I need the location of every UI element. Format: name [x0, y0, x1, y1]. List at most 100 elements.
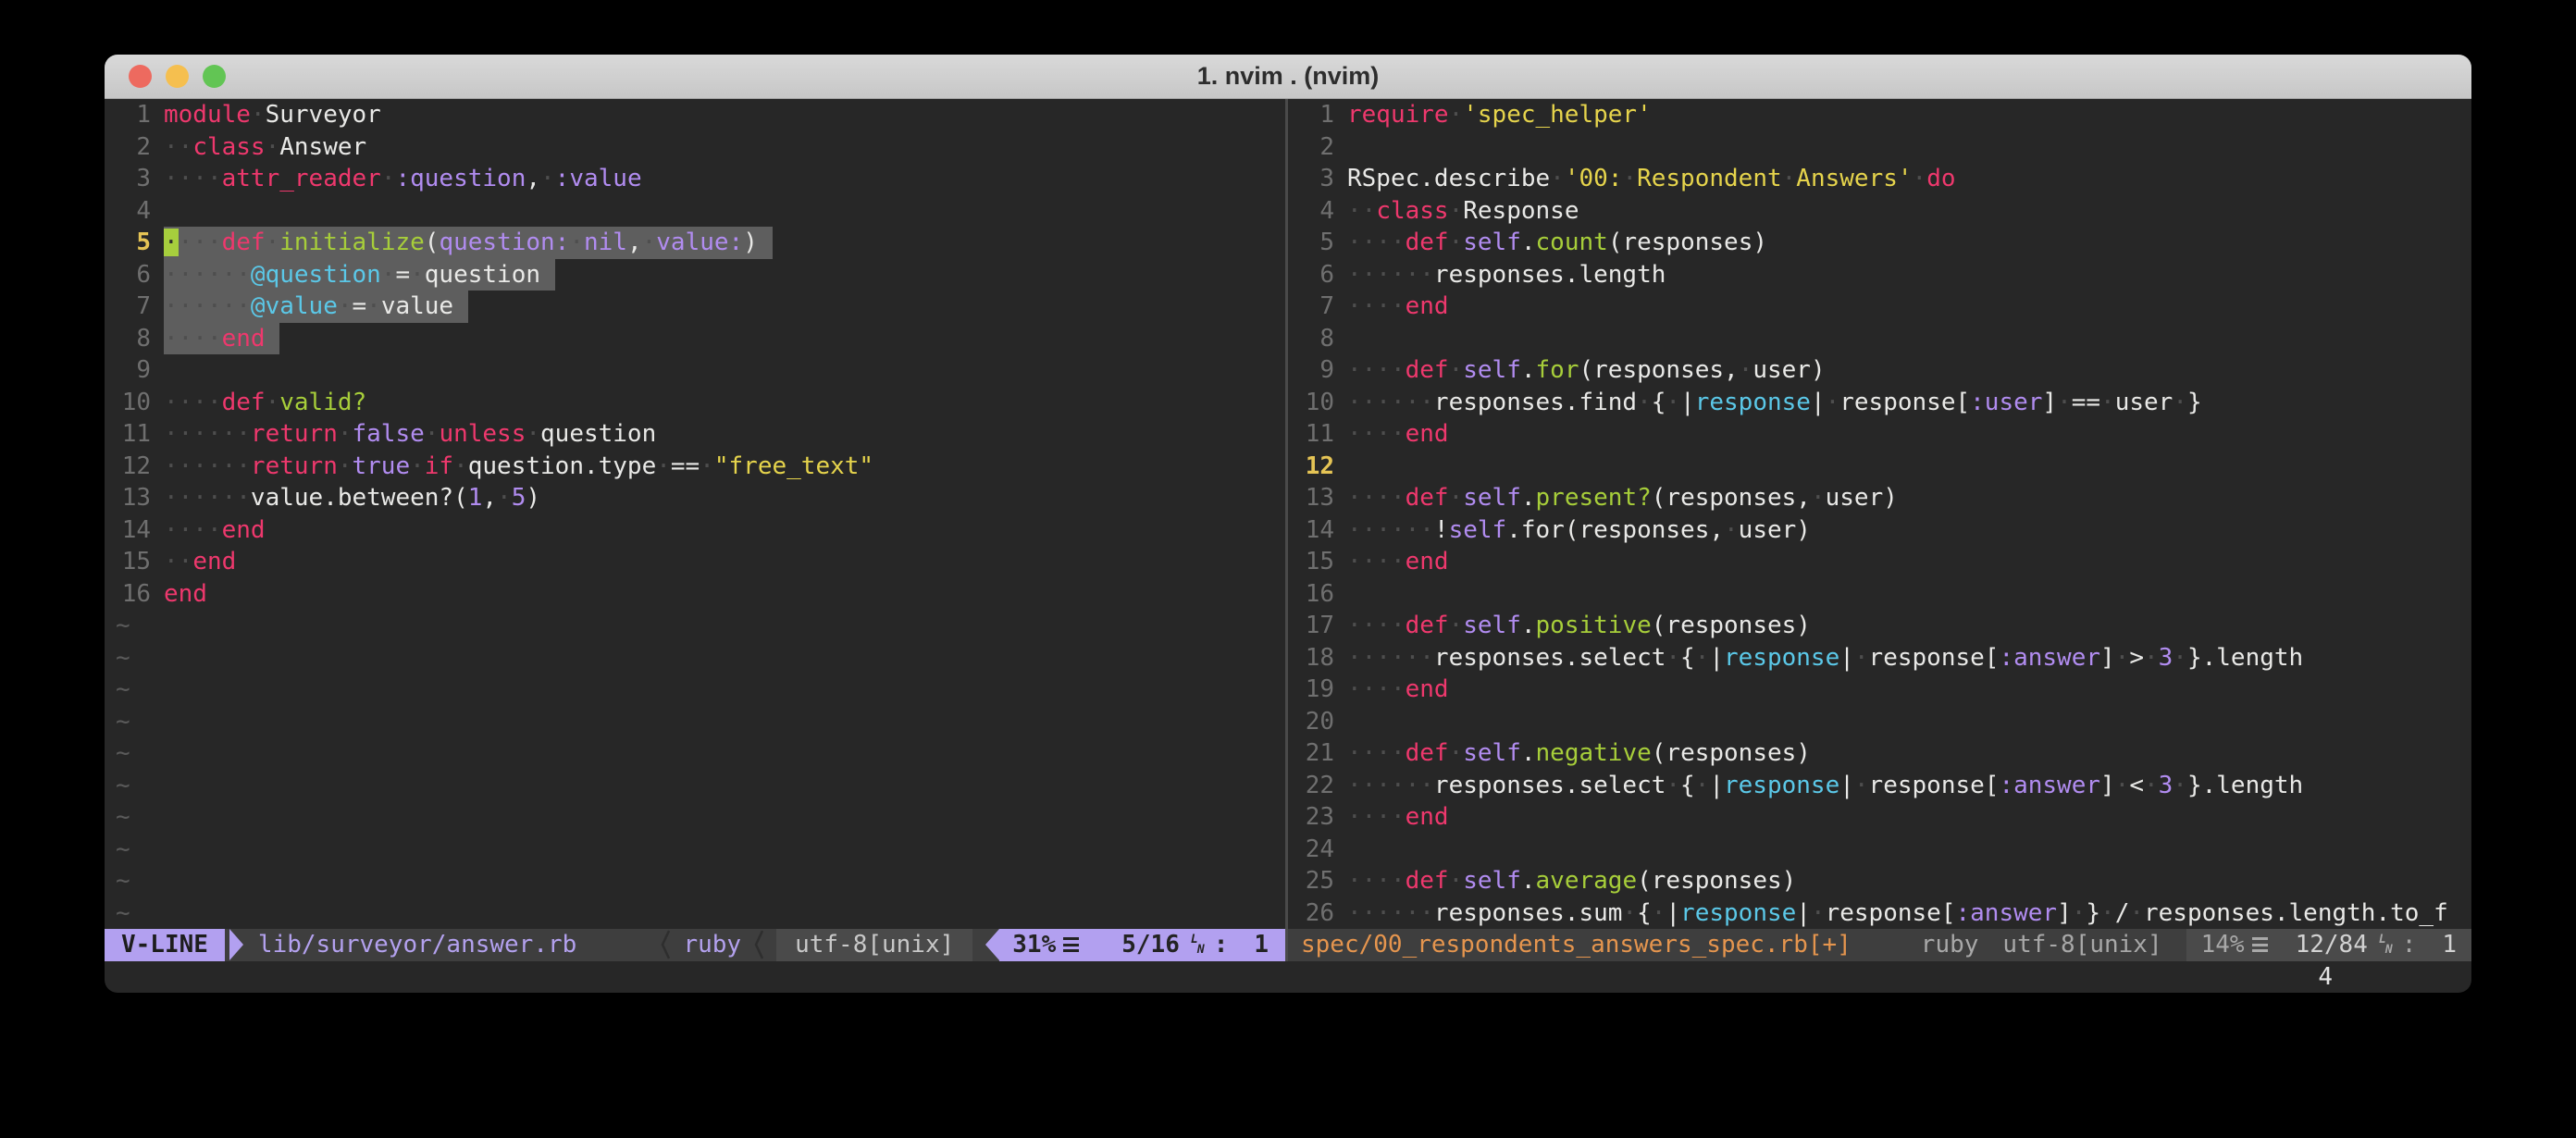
- showcmd-count: 4: [2318, 961, 2333, 994]
- line-number: 26: [1288, 897, 1334, 930]
- code-line[interactable]: 1require·'spec_helper': [1288, 99, 2471, 131]
- code-area-left[interactable]: 1module·Surveyor2··class·Answer3····attr…: [105, 99, 1285, 929]
- code-line[interactable]: 15····end: [1288, 546, 2471, 578]
- line-number: 4: [1288, 195, 1334, 228]
- code-line[interactable]: 3RSpec.describe·'00:·Respondent·Answers'…: [1288, 163, 2471, 195]
- line-number: 12: [105, 451, 151, 483]
- code-line[interactable]: 10······responses.find·{·|response|·resp…: [1288, 387, 2471, 419]
- traffic-lights: [129, 65, 226, 88]
- line-number: 23: [1288, 801, 1334, 834]
- tilde-line: ~: [105, 801, 1285, 834]
- line-number: 10: [1288, 387, 1334, 419]
- line-number: 13: [105, 482, 151, 514]
- code-line[interactable]: 19····end: [1288, 674, 2471, 706]
- code-line[interactable]: 23····end: [1288, 801, 2471, 834]
- line-number: 12: [1288, 451, 1334, 483]
- code-line[interactable]: 24: [1288, 834, 2471, 866]
- line-number: 7: [1288, 291, 1334, 323]
- code-line[interactable]: 6······@question·=·question: [105, 259, 1285, 291]
- code-line[interactable]: 9: [105, 354, 1285, 387]
- code-line[interactable]: 21····def·self.negative(responses): [1288, 737, 2471, 770]
- code-line[interactable]: 4: [105, 195, 1285, 228]
- minimize-button[interactable]: [166, 65, 189, 88]
- code-line[interactable]: 3····attr_reader·:question,·:value: [105, 163, 1285, 195]
- code-line[interactable]: 7····end: [1288, 291, 2471, 323]
- zoom-button[interactable]: [203, 65, 226, 88]
- position-segment-left: 31% 5/16 LN : 1: [999, 929, 1285, 961]
- code-line[interactable]: 5····def·self.count(responses): [1288, 227, 2471, 259]
- tilde-line: ~: [105, 610, 1285, 642]
- tilde-line: ~: [105, 642, 1285, 674]
- line-number: 14: [105, 514, 151, 547]
- code-line[interactable]: 11······return·false·unless·question: [105, 418, 1285, 451]
- code-line[interactable]: 9····def·self.for(responses,·user): [1288, 354, 2471, 387]
- line-number: 22: [1288, 770, 1334, 802]
- tilde-line: ~: [105, 834, 1285, 866]
- code-line[interactable]: 26······responses.sum·{·|response|·respo…: [1288, 897, 2471, 930]
- code-line[interactable]: 14······!self.for(responses,·user): [1288, 514, 2471, 547]
- filename-right: spec/00_respondents_answers_spec.rb[+]: [1288, 931, 1852, 959]
- code-line[interactable]: 2: [1288, 131, 2471, 164]
- code-line[interactable]: 15··end: [105, 546, 1285, 578]
- code-line[interactable]: 6······responses.length: [1288, 259, 2471, 291]
- code-line[interactable]: 13····def·self.present?(responses,·user): [1288, 482, 2471, 514]
- code-line[interactable]: 16end: [105, 578, 1285, 611]
- line-number: 2: [105, 131, 151, 164]
- code-line[interactable]: 12: [1288, 451, 2471, 483]
- line-number: 1: [1288, 99, 1334, 131]
- tilde-line: ~: [105, 674, 1285, 706]
- line-number: 21: [1288, 737, 1334, 770]
- cursor-column-right: 1: [2442, 931, 2457, 959]
- filetype-left: ruby: [683, 931, 741, 959]
- code-line[interactable]: 25····def·self.average(responses): [1288, 865, 2471, 897]
- filetype-right: ruby: [1921, 931, 1979, 959]
- lines-trigram-icon: [1063, 937, 1079, 952]
- code-line[interactable]: 11····end: [1288, 418, 2471, 451]
- separator-chevron-icon: [661, 929, 670, 960]
- code-line[interactable]: 14····end: [105, 514, 1285, 547]
- code-line[interactable]: 16: [1288, 578, 2471, 611]
- nvim-terminal: 1module·Surveyor2··class·Answer3····attr…: [105, 99, 2471, 993]
- code-line[interactable]: 20: [1288, 706, 2471, 738]
- close-button[interactable]: [129, 65, 152, 88]
- line-number: 19: [1288, 674, 1334, 706]
- line-number: 20: [1288, 706, 1334, 738]
- code-line[interactable]: 8····end: [105, 323, 1285, 355]
- filename-left: lib/surveyor/answer.rb: [258, 931, 576, 959]
- titlebar[interactable]: 1. nvim . (nvim): [105, 55, 2471, 99]
- code-line[interactable]: 2··class·Answer: [105, 131, 1285, 164]
- lines-trigram-icon: [2252, 937, 2268, 952]
- tilde-line: ~: [105, 897, 1285, 930]
- line-number: 10: [105, 387, 151, 419]
- code-line[interactable]: 13······value.between?(1,·5): [105, 482, 1285, 514]
- scroll-percent-left: 31%: [1012, 931, 1056, 959]
- code-line[interactable]: 7······@value·=·value: [105, 291, 1285, 323]
- code-line[interactable]: 1module·Surveyor: [105, 99, 1285, 131]
- line-number: 24: [1288, 834, 1334, 866]
- code-line[interactable]: 22······responses.select·{·|response|·re…: [1288, 770, 2471, 802]
- code-line[interactable]: 18······responses.select·{·|response|·re…: [1288, 642, 2471, 674]
- powerline-arrow-icon: [229, 929, 243, 960]
- line-number: 6: [105, 259, 151, 291]
- separator-chevron-icon: [754, 929, 763, 960]
- tilde-line: ~: [105, 770, 1285, 802]
- code-area-right[interactable]: 1require·'spec_helper'23RSpec.describe·'…: [1288, 99, 2471, 929]
- line-number: 7: [105, 291, 151, 323]
- code-line[interactable]: 8: [1288, 323, 2471, 355]
- powerline-arrow-icon: [985, 929, 999, 960]
- line-number: 5: [1288, 227, 1334, 259]
- editor-pane-left: 1module·Surveyor2··class·Answer3····attr…: [105, 99, 1285, 961]
- code-line[interactable]: 5····def·initialize(question:·nil,·value…: [105, 227, 1285, 259]
- line-number: 3: [1288, 163, 1334, 195]
- code-line[interactable]: 12······return·true·if·question.type·==·…: [105, 451, 1285, 483]
- code-line[interactable]: 10····def·valid?: [105, 387, 1285, 419]
- code-line[interactable]: 17····def·self.positive(responses): [1288, 610, 2471, 642]
- tilde-line: ~: [105, 737, 1285, 770]
- statusline-left: V-LINE lib/surveyor/answer.rb ruby utf-8…: [105, 929, 1285, 961]
- line-number: 11: [1288, 418, 1334, 451]
- line-number: 15: [1288, 546, 1334, 578]
- terminal-window[interactable]: 1. nvim . (nvim) 1module·Surveyor2··clas…: [105, 55, 2471, 993]
- cursor-position-left: 5/16: [1121, 931, 1180, 959]
- code-line[interactable]: 4··class·Response: [1288, 195, 2471, 228]
- encoding-right: utf-8[unix]: [2002, 931, 2161, 959]
